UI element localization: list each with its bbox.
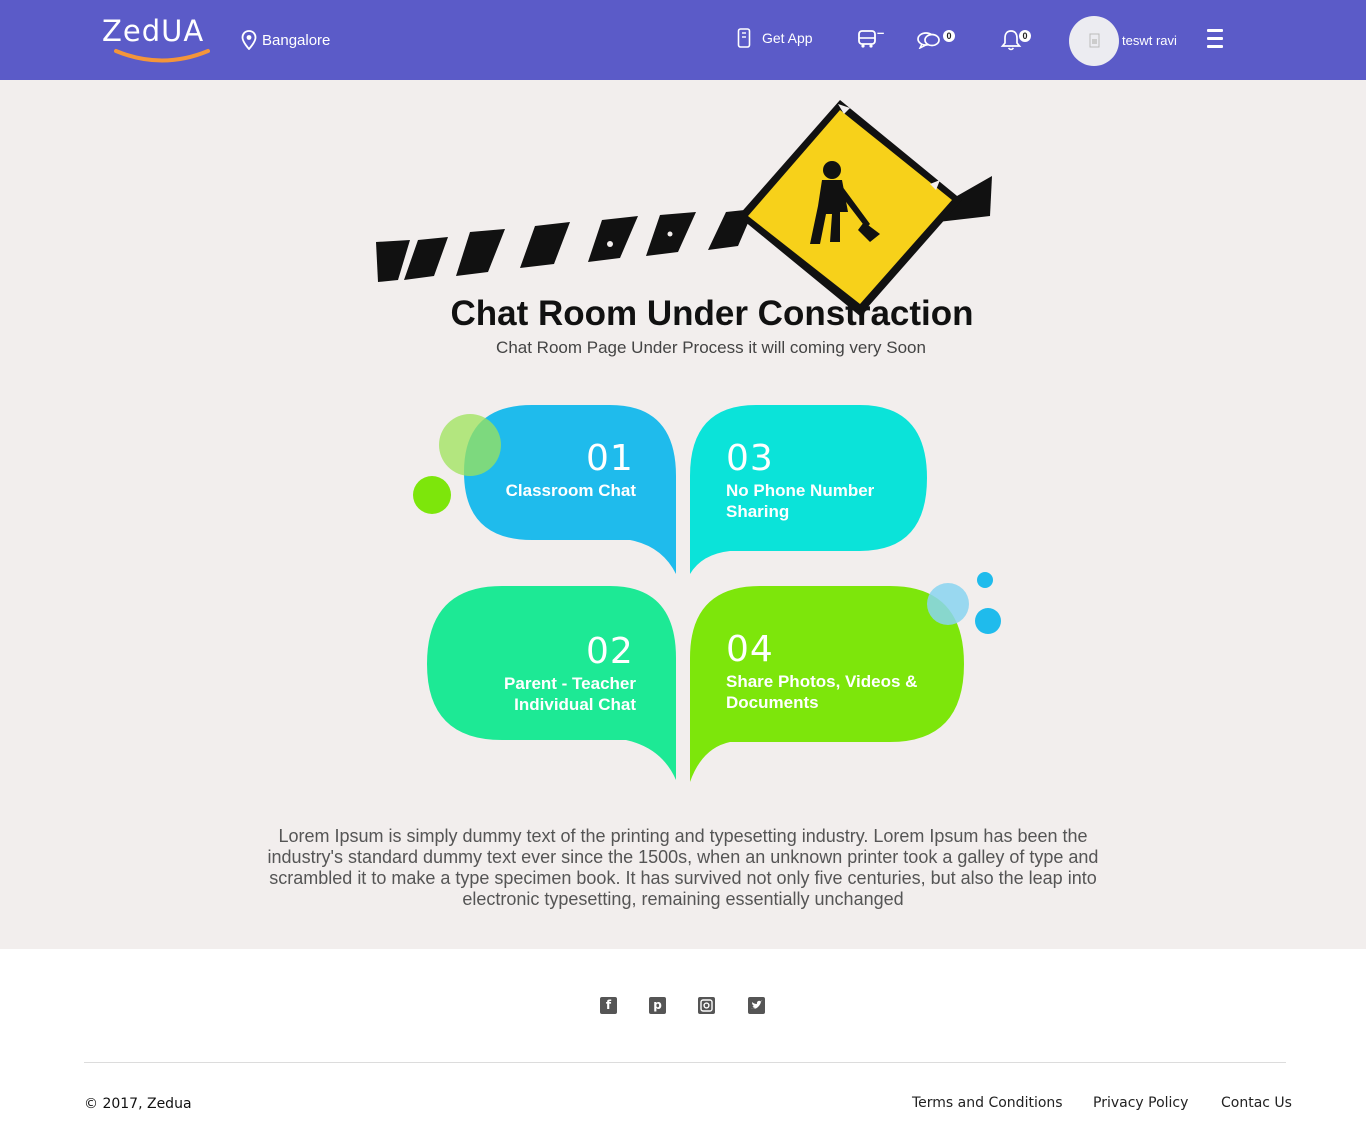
decor-circle [439,414,501,476]
mobile-phone-icon [737,28,751,48]
under-construction-illustration [376,100,992,316]
chat-bubbles-icon [917,32,940,49]
bus-badge: – [877,25,885,40]
location-label: Bangalore [262,31,331,49]
footer-divider [84,1062,1286,1063]
messages-button[interactable]: 0 [917,30,955,49]
facebook-icon[interactable]: f [600,997,617,1014]
decor-circle [927,583,969,625]
get-app-label: Get App [762,30,813,46]
logo-text: ZedUA [102,14,205,48]
feature-02-number: 02 [586,631,634,672]
footer: f p © 2017, Zedua Terms and Conditions P… [0,949,1366,1147]
decor-circle [413,476,451,514]
feature-03-label-line2: Sharing [726,502,790,521]
feature-04-number: 04 [726,629,774,670]
main-content: Chat Room Under Constraction Chat Room P… [0,80,1366,949]
page-title: Chat Room Under Constraction [450,294,974,333]
feature-bubbles-graphic [413,405,1001,782]
zedua-logo[interactable]: ZedUA [102,14,214,66]
feature-04-label-line1: Share Photos, Videos & [726,672,918,691]
feature-03-number: 03 [726,438,774,479]
logo-smile-icon [114,49,210,63]
get-app-link[interactable]: Get App [737,28,813,48]
location-pin-icon [241,30,257,50]
feature-01-number: 01 [586,438,634,479]
feature-04-label: Share Photos, Videos & Documents [726,671,946,713]
menu-bar [1207,37,1223,40]
bus-tracking-button[interactable]: – [857,25,884,48]
username-label[interactable]: teswt ravi [1122,33,1177,48]
instagram-icon[interactable] [698,997,715,1014]
pinterest-icon[interactable]: p [649,997,666,1014]
menu-bar [1207,29,1223,32]
notifications-badge: 0 [1019,30,1031,42]
facebook-glyph: f [605,998,612,1012]
location-selector[interactable]: Bangalore [241,30,330,50]
twitter-icon[interactable] [748,997,765,1014]
feature-01-label: Classroom Chat [505,481,636,500]
construction-sign [738,100,962,316]
feature-02-label-line2: Individual Chat [514,695,636,714]
feature-03-label: No Phone Number Sharing [726,480,916,522]
decor-circle [975,608,1001,634]
messages-badge: 0 [943,30,955,42]
hamburger-menu-icon[interactable] [1207,29,1223,51]
bus-icon [858,30,876,48]
pinterest-glyph: p [653,998,662,1012]
decor-circle [977,572,993,588]
page-subtitle: Chat Room Page Under Process it will com… [496,338,926,357]
feature-03-label-line1: No Phone Number [726,481,875,500]
feature-02-label: Parent - Teacher Individual Chat [450,673,636,715]
copyright-text: © 2017, Zedua [84,1096,192,1112]
feature-02-label-line1: Parent - Teacher [504,674,636,693]
top-navbar: ZedUA Bangalore Get App – 0 0 teswt ravi [0,0,1366,80]
user-avatar[interactable] [1069,16,1119,66]
notifications-button[interactable]: 0 [1000,29,1031,51]
avatar-placeholder-icon [1089,33,1100,48]
instagram-glyph [700,999,713,1012]
contact-us-link[interactable]: Contac Us [1221,1095,1292,1111]
privacy-policy-link[interactable]: Privacy Policy [1093,1095,1188,1111]
terms-link[interactable]: Terms and Conditions [912,1095,1063,1111]
description-text: Lorem Ipsum is simply dummy text of the … [267,826,1099,909]
twitter-glyph [751,1000,763,1009]
feature-04-label-line2: Documents [726,693,819,712]
menu-bar [1207,45,1223,48]
